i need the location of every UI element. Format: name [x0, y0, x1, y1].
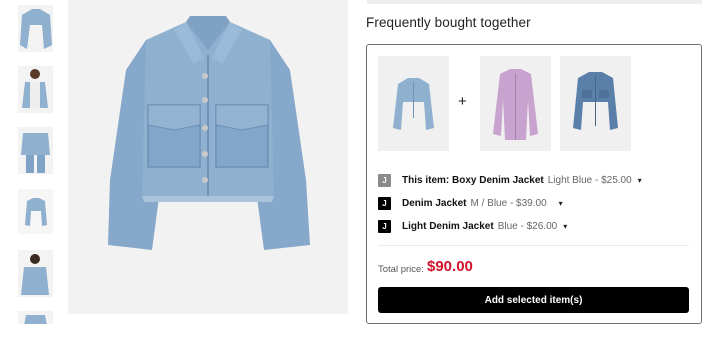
- thumbnail-4[interactable]: [18, 189, 53, 234]
- bundle-product-image-2[interactable]: [480, 56, 551, 151]
- check-square-icon[interactable]: J: [378, 173, 391, 187]
- item-name: Light Denim Jacket: [402, 220, 494, 232]
- chevron-down-icon[interactable]: ▾: [559, 199, 563, 208]
- plus-sign: +: [458, 93, 467, 110]
- thumbnail-6[interactable]: [18, 311, 53, 324]
- thumbnail-2[interactable]: [18, 66, 53, 113]
- thumbnail-3[interactable]: [18, 127, 53, 174]
- bundle-item-row-1: J This item: Boxy Denim Jacket Light Blu…: [378, 172, 642, 188]
- total-price: $90.00: [427, 258, 473, 275]
- item-variant[interactable]: M / Blue - $39.00: [470, 198, 546, 209]
- item-name: Denim Jacket: [402, 197, 467, 209]
- bundle-item-row-3: J Light Denim Jacket Blue - $26.00 ▾: [378, 218, 567, 234]
- chevron-down-icon[interactable]: ▾: [563, 222, 567, 231]
- thumbnail-list: [18, 0, 54, 324]
- bundle-item-row-2: J Denim Jacket M / Blue - $39.00 ▾: [378, 195, 563, 211]
- section-title: Frequently bought together: [366, 15, 531, 30]
- item-name: This item: Boxy Denim Jacket: [402, 174, 544, 186]
- total-label: Total price:: [378, 264, 424, 275]
- top-divider: [367, 0, 702, 4]
- bundle-box: + J This item: Boxy Denim Jacket Light B…: [366, 44, 702, 324]
- bundle-product-image-3[interactable]: [560, 56, 631, 151]
- bundle-product-image-1[interactable]: [378, 56, 449, 151]
- main-product-image: [68, 0, 348, 314]
- item-variant[interactable]: Light Blue - $25.00: [548, 175, 632, 186]
- check-square-icon[interactable]: J: [378, 196, 391, 210]
- check-square-icon[interactable]: J: [378, 219, 391, 233]
- add-selected-button[interactable]: Add selected item(s): [378, 287, 689, 313]
- thumbnail-5[interactable]: [18, 250, 53, 297]
- thumbnail-1[interactable]: [18, 5, 53, 52]
- item-variant[interactable]: Blue - $26.00: [498, 221, 558, 232]
- chevron-down-icon[interactable]: ▾: [638, 176, 642, 185]
- divider: [378, 245, 689, 246]
